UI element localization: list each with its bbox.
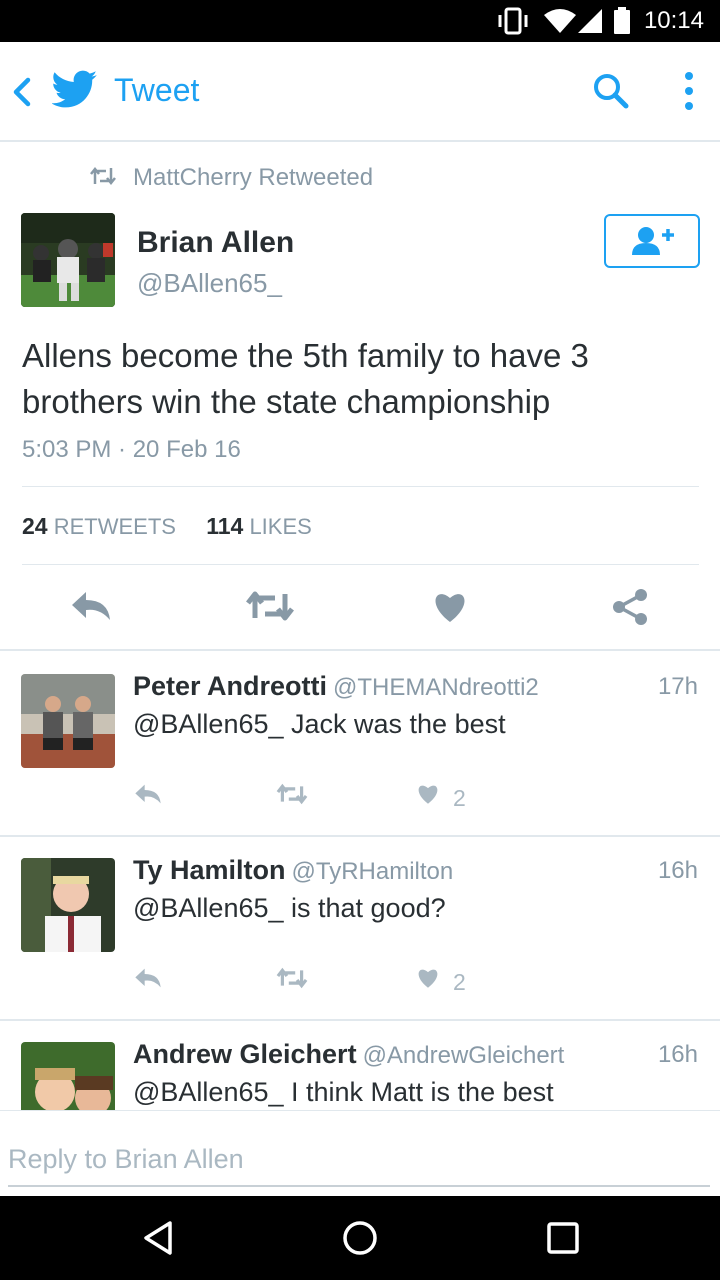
avatar[interactable] bbox=[21, 1042, 115, 1110]
tweet-stats: 24 RETWEETS 114 LIKES bbox=[22, 513, 312, 540]
divider bbox=[22, 564, 699, 565]
share-icon[interactable] bbox=[612, 588, 648, 626]
reply-time: 16h bbox=[657, 1041, 698, 1068]
more-vert-icon[interactable] bbox=[682, 70, 696, 112]
author-handle[interactable]: @BAllen65_ bbox=[137, 268, 282, 299]
recents-nav-icon[interactable] bbox=[546, 1221, 580, 1255]
reply-text: @BAllen65_ I think Matt is the best bbox=[133, 1077, 554, 1107]
battery-icon bbox=[614, 7, 630, 34]
tweet-timestamp: 5:03 PM · 20 Feb 16 bbox=[22, 436, 241, 463]
retweet-icon[interactable] bbox=[276, 783, 308, 805]
retweet-small-icon bbox=[90, 166, 116, 186]
heart-icon[interactable] bbox=[416, 783, 440, 805]
heart-icon[interactable] bbox=[432, 590, 468, 624]
chevron-left-icon[interactable] bbox=[10, 76, 34, 108]
reply-likes-count: 2 bbox=[453, 969, 466, 995]
wifi-icon bbox=[544, 9, 576, 33]
home-nav-icon[interactable] bbox=[342, 1220, 378, 1256]
retweet-icon[interactable] bbox=[276, 967, 308, 989]
retweets-count[interactable]: 24 bbox=[22, 513, 48, 539]
twitter-bird-icon bbox=[52, 70, 97, 108]
reply-icon[interactable] bbox=[134, 783, 162, 805]
reply-item[interactable]: Ty Hamilton @TyRHamilton 16h @BAllen65_ i… bbox=[0, 835, 720, 1021]
reply-author-name: Andrew Gleichert bbox=[133, 1039, 357, 1069]
reply-icon[interactable] bbox=[134, 967, 162, 989]
status-time: 10:14 bbox=[643, 7, 704, 34]
status-bar: 10:14 bbox=[0, 0, 720, 42]
reply-author[interactable]: Ty Hamilton @TyRHamilton bbox=[133, 855, 453, 886]
retweeted-by-label[interactable]: MattCherry Retweeted bbox=[133, 164, 373, 192]
page-title: Tweet bbox=[114, 72, 200, 108]
navigation-bar bbox=[0, 1196, 720, 1280]
reply-author[interactable]: Andrew Gleichert @AndrewGleichert bbox=[133, 1039, 564, 1070]
back-nav-icon[interactable] bbox=[142, 1220, 174, 1256]
divider bbox=[22, 486, 699, 487]
reply-text: @BAllen65_ is that good? bbox=[133, 893, 446, 923]
app-bar: Tweet bbox=[0, 42, 720, 142]
likes-label[interactable]: LIKES bbox=[249, 514, 311, 539]
avatar[interactable] bbox=[21, 674, 115, 768]
reply-author-name: Peter Andreotti bbox=[133, 671, 328, 701]
reply-time: 16h bbox=[657, 857, 698, 884]
reply-item[interactable]: Andrew Gleichert @AndrewGleichert 16h @BA… bbox=[0, 1019, 720, 1110]
heart-icon[interactable] bbox=[416, 967, 440, 989]
likes-count[interactable]: 114 bbox=[206, 513, 243, 539]
reply-author[interactable]: Peter Andreotti @THEMANdreotti2 bbox=[133, 671, 539, 702]
add-user-icon bbox=[632, 227, 674, 255]
reply-author-handle: @AndrewGleichert bbox=[362, 1042, 565, 1069]
reply-bar bbox=[0, 1110, 720, 1197]
retweets-label[interactable]: RETWEETS bbox=[54, 514, 176, 539]
reply-input[interactable] bbox=[8, 1133, 710, 1187]
signal-icon bbox=[578, 9, 602, 33]
reply-author-handle: @THEMANdreotti2 bbox=[333, 674, 539, 701]
author-name[interactable]: Brian Allen bbox=[137, 226, 294, 260]
tweet-text: Allens become the 5th family to have 3 b… bbox=[22, 337, 589, 420]
reply-author-handle: @TyRHamilton bbox=[291, 858, 454, 885]
retweet-icon[interactable] bbox=[245, 590, 295, 622]
follow-button[interactable] bbox=[604, 214, 700, 268]
reply-likes-count: 2 bbox=[453, 785, 466, 811]
author-avatar[interactable] bbox=[21, 213, 115, 307]
reply-time: 17h bbox=[657, 673, 698, 700]
reply-icon[interactable] bbox=[70, 590, 112, 622]
reply-item[interactable]: Peter Andreotti @THEMANdreotti2 17h @BAll… bbox=[0, 651, 720, 837]
vibrate-icon bbox=[498, 7, 528, 35]
avatar[interactable] bbox=[21, 858, 115, 952]
reply-text: @BAllen65_ Jack was the best bbox=[133, 709, 506, 739]
search-icon[interactable] bbox=[592, 72, 630, 110]
reply-author-name: Ty Hamilton bbox=[133, 855, 286, 885]
